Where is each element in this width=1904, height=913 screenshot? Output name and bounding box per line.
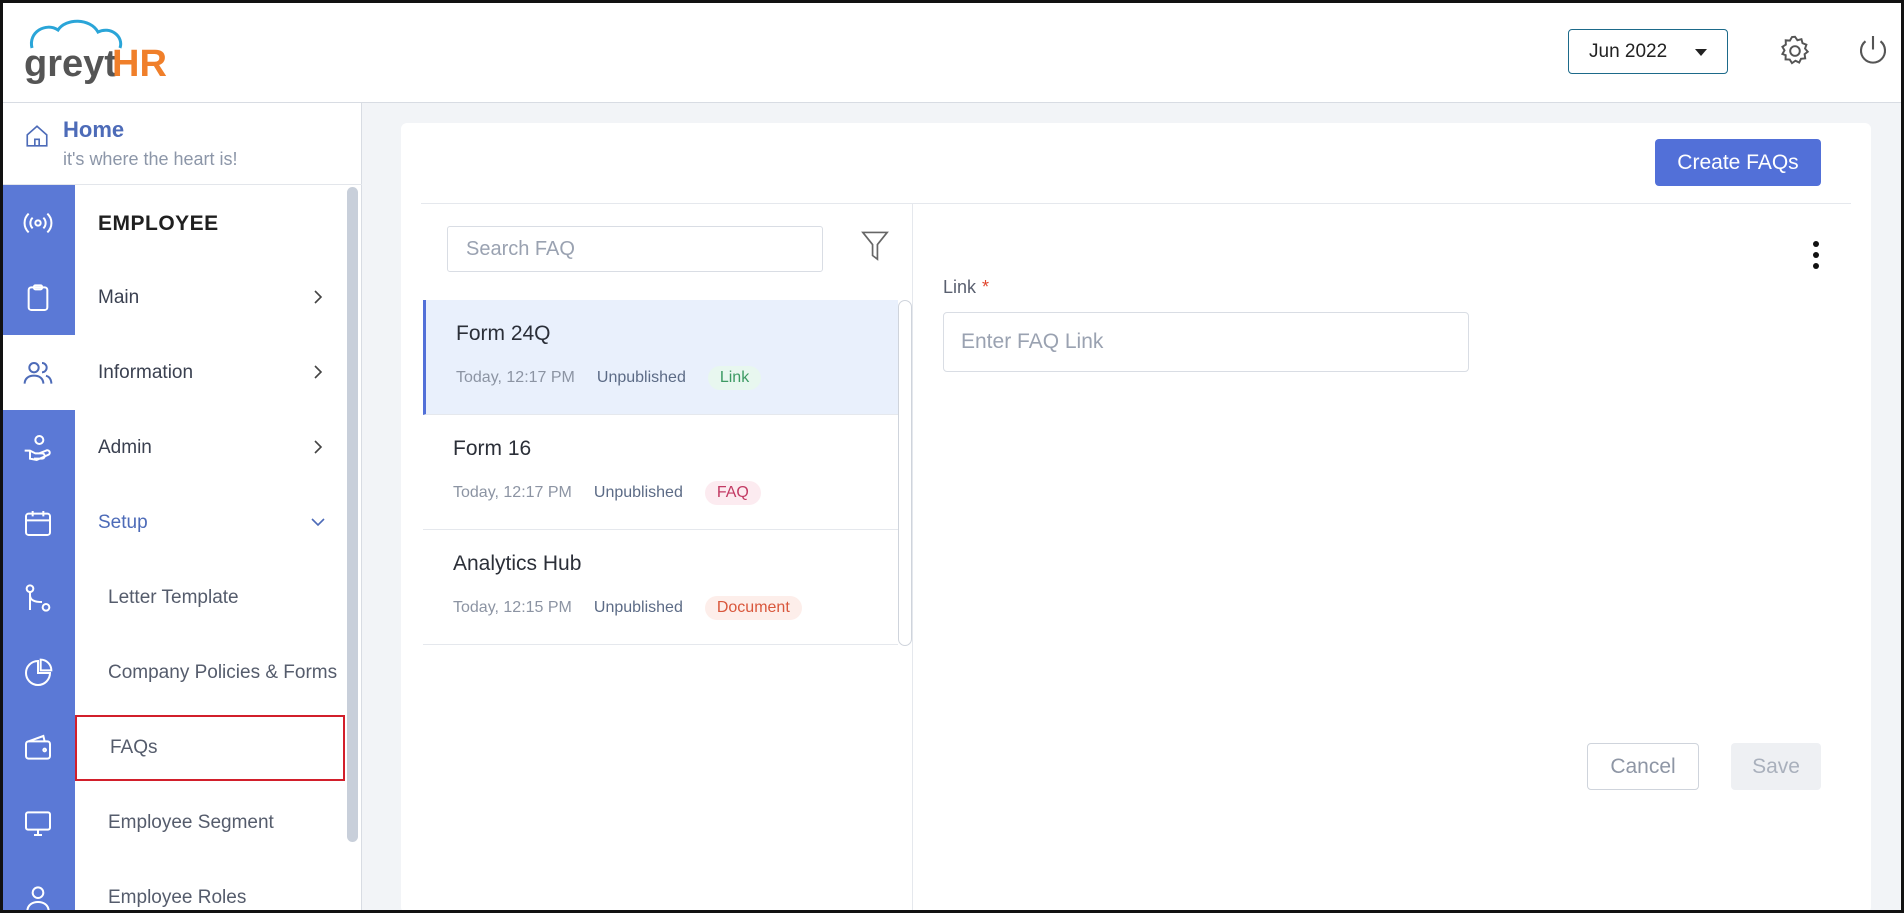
wallet-icon[interactable] xyxy=(0,710,75,785)
home-icon xyxy=(26,125,48,147)
link-label-text: Link xyxy=(943,277,977,297)
faq-status: Unpublished xyxy=(596,369,686,386)
hand-heart-icon[interactable] xyxy=(0,410,75,485)
svg-text:HR: HR xyxy=(112,43,167,85)
period-value: Jun 2022 xyxy=(1589,40,1668,62)
faq-list: Form 24Q Today, 12:17 PM Unpublished Lin… xyxy=(423,300,912,651)
power-icon[interactable] xyxy=(1855,33,1891,69)
faq-title: Analytics Hub xyxy=(453,552,582,575)
sidebar-subitem-faqs[interactable]: FAQs xyxy=(75,715,345,781)
calendar-icon[interactable] xyxy=(0,485,75,560)
faq-meta: Today, 12:17 PM Unpublished FAQ xyxy=(453,481,761,505)
faq-title: Form 16 xyxy=(453,437,532,460)
sidebar-item-setup[interactable]: Setup xyxy=(75,485,345,560)
greythr-logo[interactable]: greyt HR xyxy=(18,18,178,86)
faq-list-scrollbar[interactable] xyxy=(898,300,912,646)
sidebar-subitem-label: Employee Segment xyxy=(108,811,274,833)
faq-meta: Today, 12:15 PM Unpublished Document xyxy=(453,596,802,620)
sidebar-item-label: Main xyxy=(98,286,140,308)
sidebar-subitem-letter-template[interactable]: Letter Template xyxy=(75,560,345,635)
sidebar-subitem-label: Employee Roles xyxy=(108,886,247,908)
search-faq-input[interactable] xyxy=(447,226,823,272)
person-icon[interactable] xyxy=(0,860,75,913)
home-link[interactable]: Home it's where the heart is! xyxy=(0,103,362,185)
faq-status: Unpublished xyxy=(593,484,683,501)
home-title[interactable]: Home xyxy=(63,117,124,143)
sidebar-menu: EMPLOYEE Main Information Admin Setup Le… xyxy=(75,185,345,913)
faq-list-item[interactable]: Form 24Q Today, 12:17 PM Unpublished Lin… xyxy=(423,300,898,415)
sidebar-subitem-label: Letter Template xyxy=(108,586,239,608)
caret-down-icon xyxy=(1695,49,1707,56)
pie-chart-icon[interactable] xyxy=(0,635,75,710)
faq-type-badge: Document xyxy=(704,596,802,620)
chevron-right-icon xyxy=(314,290,323,304)
clipboard-icon[interactable] xyxy=(0,260,75,335)
chevron-right-icon xyxy=(314,365,323,379)
sidebar-item-main[interactable]: Main xyxy=(75,260,345,335)
filter-icon[interactable] xyxy=(860,230,890,264)
sidebar-subitem-label: FAQs xyxy=(110,737,158,758)
sidebar-item-information[interactable]: Information xyxy=(75,335,345,410)
sidebar-item-label: Information xyxy=(98,361,194,383)
scrollbar-thumb[interactable] xyxy=(347,187,358,842)
home-subtitle: it's where the heart is! xyxy=(63,149,238,169)
faq-card: Create FAQs Form 24Q Today, 12:17 PM Unp… xyxy=(401,123,1871,913)
sidebar-item-label: Setup xyxy=(98,511,148,533)
faq-status: Unpublished xyxy=(593,599,683,616)
period-select[interactable]: Jun 2022 xyxy=(1568,29,1728,74)
chevron-down-icon xyxy=(311,518,325,527)
faq-type-badge: Link xyxy=(707,366,762,390)
settings-gear-icon[interactable] xyxy=(1777,33,1813,69)
faq-meta: Today, 12:17 PM Unpublished Link xyxy=(456,366,762,390)
icon-rail xyxy=(0,185,75,913)
faq-detail-pane: Link* Cancel Save xyxy=(913,204,1871,913)
sidebar-item-admin[interactable]: Admin xyxy=(75,410,345,485)
more-options-icon[interactable] xyxy=(1804,239,1828,273)
sidebar: Home it's where the heart is! EMPLOYEE M… xyxy=(0,103,362,913)
create-faqs-button[interactable]: Create FAQs xyxy=(1655,139,1821,186)
svg-text:greyt: greyt xyxy=(24,43,117,85)
faq-time: Today, 12:17 PM xyxy=(453,484,572,501)
faq-list-pane: Form 24Q Today, 12:17 PM Unpublished Lin… xyxy=(423,204,913,913)
faq-list-item[interactable]: Analytics Hub Today, 12:15 PM Unpublishe… xyxy=(423,530,898,645)
sidebar-item-label: Admin xyxy=(98,436,152,458)
faq-link-input[interactable] xyxy=(943,312,1469,372)
git-flow-icon[interactable] xyxy=(0,560,75,635)
faq-title: Form 24Q xyxy=(456,322,551,345)
sidebar-subitem-company-policies[interactable]: Company Policies & Forms xyxy=(75,635,345,710)
section-title: EMPLOYEE xyxy=(98,212,219,235)
broadcast-icon[interactable] xyxy=(0,185,75,260)
save-button[interactable]: Save xyxy=(1731,743,1821,790)
link-field-label: Link * xyxy=(943,277,989,298)
sidebar-scrollbar[interactable] xyxy=(346,185,360,913)
faq-time: Today, 12:17 PM xyxy=(456,369,575,386)
sidebar-subitem-employee-roles[interactable]: Employee Roles xyxy=(75,860,345,913)
top-bar: greyt HR Jun 2022 xyxy=(0,0,1904,103)
required-mark: * xyxy=(982,277,990,297)
monitor-icon[interactable] xyxy=(0,785,75,860)
faq-list-item[interactable]: Form 16 Today, 12:17 PM Unpublished FAQ xyxy=(423,415,898,530)
sidebar-subitem-label: Company Policies & Forms xyxy=(108,661,338,683)
faq-time: Today, 12:15 PM xyxy=(453,599,572,616)
chevron-right-icon xyxy=(314,440,323,454)
cancel-button[interactable]: Cancel xyxy=(1587,743,1699,790)
sidebar-subitem-employee-segment[interactable]: Employee Segment xyxy=(75,785,345,860)
people-icon[interactable] xyxy=(0,335,75,410)
faq-type-badge: FAQ xyxy=(704,481,761,505)
